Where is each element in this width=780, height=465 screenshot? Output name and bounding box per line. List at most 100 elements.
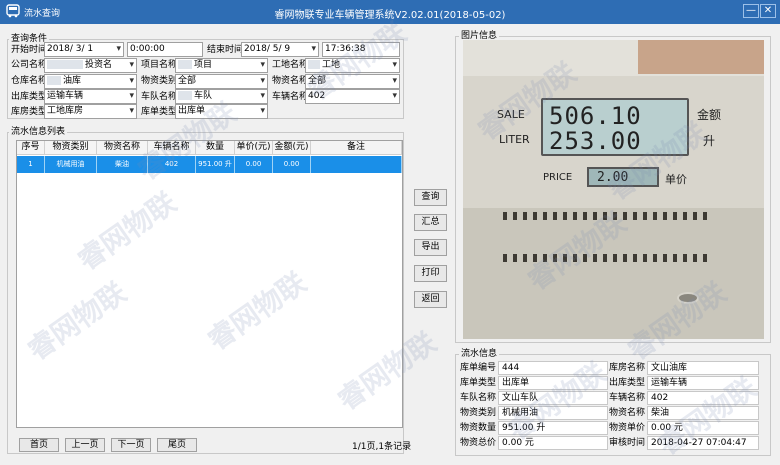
material-name-select[interactable]: 全部 <box>305 74 400 89</box>
column-header[interactable]: 数量 <box>196 141 235 155</box>
column-header[interactable]: 单价(元) <box>235 141 273 155</box>
company-select[interactable]: 投资名 <box>44 58 137 73</box>
print-button[interactable]: 打印 <box>414 265 447 282</box>
material-type-select[interactable]: 全部 <box>175 74 268 89</box>
company-value: 投资名 <box>85 60 113 70</box>
site-select[interactable]: 工地 <box>305 58 400 73</box>
bill-no-value: 444 <box>498 361 608 375</box>
price-unit: 单价 <box>665 173 687 186</box>
unit-price-label: 物资单价 <box>608 423 645 433</box>
minimize-button[interactable]: — <box>743 4 759 18</box>
out-type-label: 出库类型 <box>11 92 48 102</box>
total-label: 物资总价 <box>459 438 496 448</box>
project-label: 项目名称 <box>141 60 178 70</box>
table-cell[interactable]: 1 <box>17 156 45 173</box>
column-header[interactable]: 备注 <box>311 141 402 155</box>
total-value: 0.00 元 <box>498 436 608 450</box>
photo-tape <box>638 40 764 74</box>
column-header[interactable]: 金额(元) <box>273 141 311 155</box>
team-label: 车队名称 <box>141 92 178 102</box>
team-select[interactable]: 车队 <box>175 89 268 104</box>
table-cell[interactable]: 机械用油 <box>45 156 97 173</box>
team-label: 车队名称 <box>459 393 496 403</box>
company-label: 公司名称 <box>11 60 48 70</box>
redacted-text <box>308 60 320 69</box>
warehouse-label: 仓库名称 <box>11 76 48 86</box>
project-value: 项目 <box>194 60 213 70</box>
price-label: PRICE <box>543 172 573 183</box>
page-info: 1/1页,1条记录 <box>352 442 412 452</box>
site-value: 工地 <box>322 60 341 70</box>
team-value: 文山车队 <box>498 391 608 405</box>
end-time-input[interactable]: 17:36:38 <box>322 42 400 57</box>
export-button[interactable]: 导出 <box>414 239 447 256</box>
room-type-select[interactable]: 工地库房 <box>44 104 137 119</box>
redacted-text <box>47 76 61 85</box>
vehicle-select[interactable]: 402 <box>305 89 400 104</box>
warehouse-select[interactable]: 油库 <box>44 74 137 89</box>
lcd-display: 506.10 253.00 <box>541 98 689 156</box>
quantity-label: 物资数量 <box>459 423 496 433</box>
table-cell[interactable]: 951.00 升 <box>196 156 235 173</box>
fuel-pump-photo: SALE LITER 506.10 253.00 金额 升 PRICE 2.00… <box>463 40 764 339</box>
table-cell[interactable]: 402 <box>148 156 196 173</box>
last-page-button[interactable]: 尾页 <box>157 438 197 452</box>
table-cell[interactable]: 0.00 <box>273 156 311 173</box>
bill-type-select[interactable]: 出库单 <box>175 104 268 119</box>
data-grid[interactable]: 序号 物资类别 物资名称 车辆名称 数量 单价(元) 金额(元) 备注 1 机械… <box>16 140 403 428</box>
project-select[interactable]: 项目 <box>175 58 268 73</box>
sale-unit: 金额 <box>697 108 722 122</box>
back-button[interactable]: 返回 <box>414 291 447 308</box>
table-cell[interactable]: 柴油 <box>97 156 148 173</box>
photo-vent <box>503 212 713 220</box>
query-button[interactable]: 查询 <box>414 189 447 206</box>
liter-unit: 升 <box>703 134 716 148</box>
photo-lower-panel <box>463 208 764 339</box>
vehicle-label: 车辆名称 <box>272 92 309 102</box>
bill-no-label: 库单编号 <box>459 363 496 373</box>
column-header[interactable]: 物资类别 <box>45 141 97 155</box>
start-date-picker[interactable]: 2018/ 3/ 1 <box>44 42 124 57</box>
column-header[interactable]: 序号 <box>17 141 45 155</box>
out-type-label: 出库类型 <box>608 378 645 388</box>
material-name-label: 物资名称 <box>608 408 645 418</box>
close-button[interactable]: ✕ <box>760 4 776 18</box>
sale-value: 506.10 <box>549 102 642 130</box>
out-type-value: 运输车辆 <box>647 376 759 390</box>
redacted-text <box>47 60 83 69</box>
material-type-label: 物资类别 <box>459 408 496 418</box>
start-time-input[interactable]: 0:00:00 <box>127 42 203 57</box>
table-cell[interactable] <box>311 156 402 173</box>
price-display: 2.00 <box>587 167 659 187</box>
warehouse-value: 油库 <box>63 76 82 86</box>
site-label: 工地名称 <box>272 60 309 70</box>
column-header[interactable]: 物资名称 <box>97 141 148 155</box>
end-date-picker[interactable]: 2018/ 5/ 9 <box>241 42 319 57</box>
out-type-select[interactable]: 运输车辆 <box>44 89 137 104</box>
liter-label: LITER <box>499 133 530 146</box>
column-header[interactable]: 车辆名称 <box>148 141 196 155</box>
title-bar: 流水查询 睿网物联专业车辆管理系统V2.02.01(2018-05-02) — … <box>0 0 780 24</box>
price-value: 2.00 <box>597 170 629 185</box>
room-type-label: 库房类型 <box>11 107 48 117</box>
end-time-label: 结束时间 <box>207 45 244 55</box>
table-cell[interactable]: 0.00 <box>235 156 273 173</box>
list-group-title: 流水信息列表 <box>9 127 68 137</box>
audit-time-label: 审核时间 <box>608 438 645 448</box>
bill-type-label: 库单类型 <box>141 107 178 117</box>
liter-value: 253.00 <box>549 127 642 155</box>
start-time-label: 开始时间 <box>11 45 48 55</box>
prev-page-button[interactable]: 上一页 <box>65 438 105 452</box>
room-name-label: 库房名称 <box>608 363 645 373</box>
first-page-button[interactable]: 首页 <box>19 438 59 452</box>
next-page-button[interactable]: 下一页 <box>111 438 151 452</box>
team-value: 车队 <box>194 91 213 101</box>
detail-group-title: 流水信息 <box>459 349 500 359</box>
material-name-value: 柴油 <box>647 406 759 420</box>
audit-time-value: 2018-04-27 07:04:47 <box>647 436 759 450</box>
vehicle-label: 车辆名称 <box>608 393 645 403</box>
photo-vent <box>503 254 713 262</box>
vehicle-value: 402 <box>647 391 759 405</box>
summary-button[interactable]: 汇总 <box>414 214 447 231</box>
bill-type-label: 库单类型 <box>459 378 496 388</box>
